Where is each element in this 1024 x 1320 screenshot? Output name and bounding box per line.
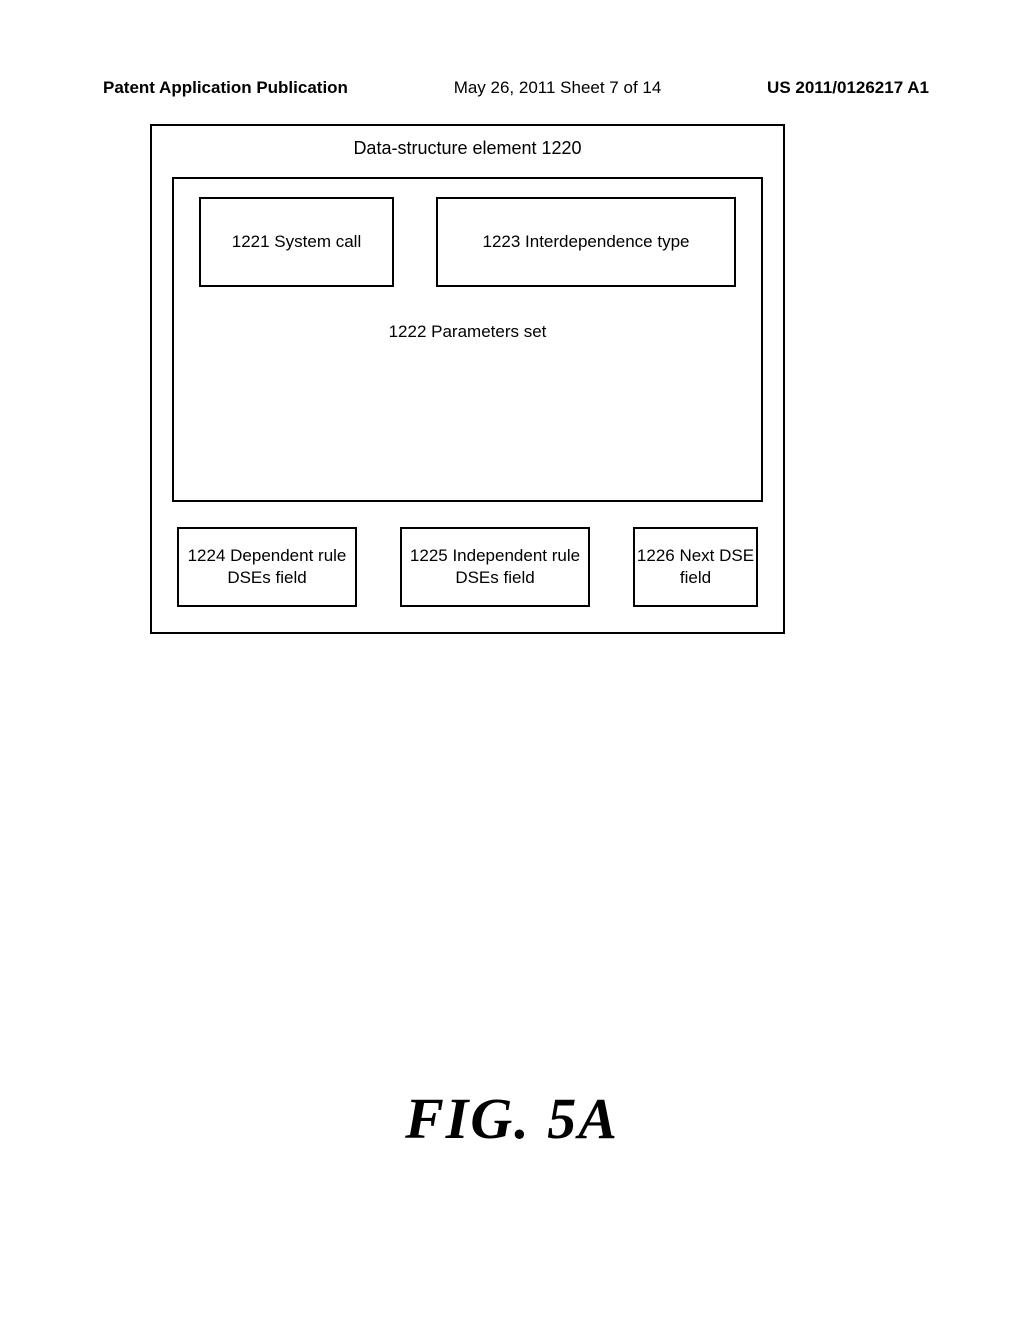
parameters-set-label: 1222 Parameters set (199, 322, 736, 342)
next-dse-box: 1226 Next DSE field (633, 527, 758, 607)
publication-label: Patent Application Publication (103, 78, 348, 98)
figure-label: FIG. 5A (0, 1085, 1024, 1152)
dependent-rule-box: 1224 Dependent rule DSEs field (177, 527, 357, 607)
publication-number: US 2011/0126217 A1 (767, 78, 929, 98)
interdependence-type-box: 1223 Interdependence type (436, 197, 736, 287)
inner-box: 1221 System call 1223 Interdependence ty… (172, 177, 763, 502)
page-header: Patent Application Publication May 26, 2… (0, 0, 1024, 98)
diagram-title: Data-structure element 1220 (172, 138, 763, 159)
bottom-row: 1224 Dependent rule DSEs field 1225 Inde… (172, 527, 763, 607)
date-sheet-info: May 26, 2011 Sheet 7 of 14 (454, 78, 662, 98)
system-call-box: 1221 System call (199, 197, 394, 287)
data-structure-diagram: Data-structure element 1220 1221 System … (150, 124, 785, 634)
top-row: 1221 System call 1223 Interdependence ty… (199, 197, 736, 287)
independent-rule-box: 1225 Independent rule DSEs field (400, 527, 590, 607)
